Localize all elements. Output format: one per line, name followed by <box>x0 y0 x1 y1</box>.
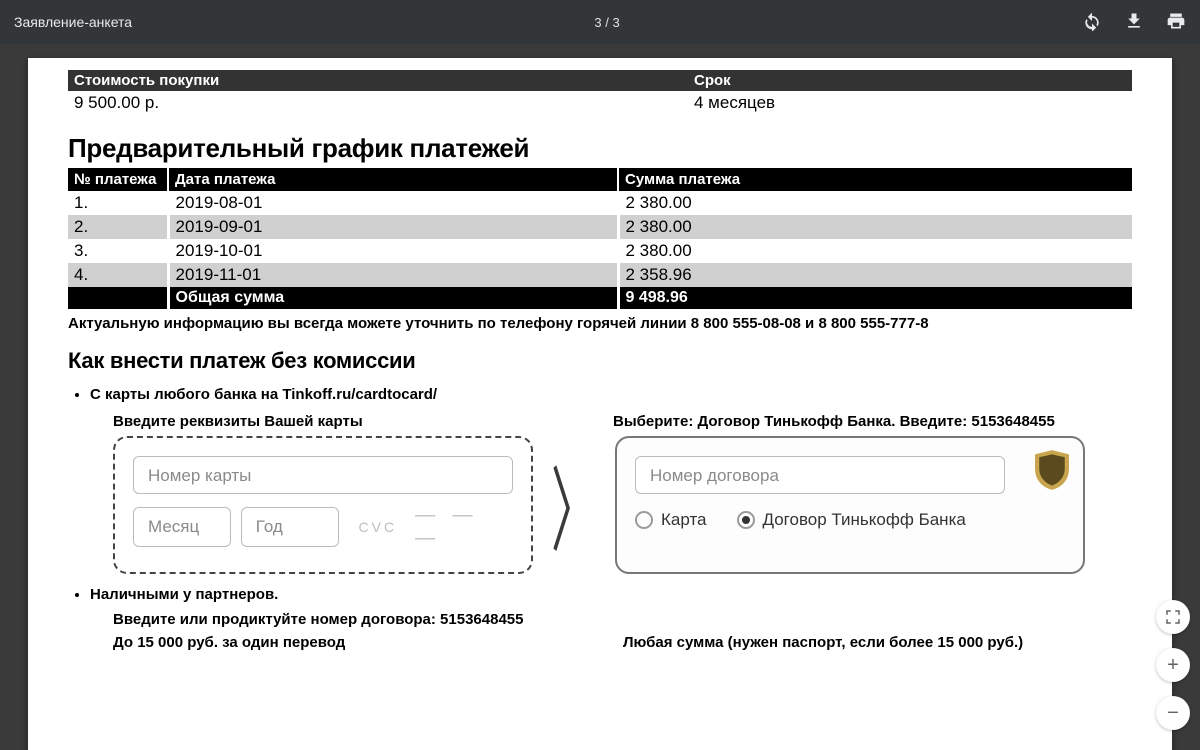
bullet-cardtocard: С карты любого банка на Tinkoff.ru/cardt… <box>90 386 1132 403</box>
radio-card[interactable]: Карта <box>635 510 707 530</box>
limit-left: До 15 000 руб. за один перевод <box>113 634 553 651</box>
pdf-viewer: Заявление-анкета 3 / 3 Стоимость покупки… <box>0 0 1200 750</box>
purchase-values: 9 500.00 р. 4 месяцев <box>68 91 1132 115</box>
col-no: № платежа <box>68 168 168 191</box>
hotline-text: Актуальную информацию вы всегда можете у… <box>68 315 1132 332</box>
right-form-label: Выберите: Договор Тинькофф Банка. Введит… <box>613 413 1055 430</box>
download-icon[interactable] <box>1124 11 1144 34</box>
card-year-input[interactable]: Год <box>241 507 339 547</box>
table-row: 3.2019-10-012 380.00 <box>68 239 1132 263</box>
radio-contract[interactable]: Договор Тинькофф Банка <box>737 510 966 530</box>
contract-number-line: Введите или продиктуйте номер договора: … <box>113 611 1132 628</box>
price-value: 9 500.00 р. <box>74 93 694 113</box>
bullet-partners: Наличными у партнеров. <box>90 586 1132 603</box>
table-row: 4.2019-11-012 358.96 <box>68 263 1132 287</box>
table-row: 2.2019-09-012 380.00 <box>68 215 1132 239</box>
purchase-header: Стоимость покупки Срок <box>68 70 1132 91</box>
source-card-box: Номер карты Месяц Год CVC — — — <box>113 436 533 574</box>
table-row: 1.2019-08-012 380.00 <box>68 191 1132 215</box>
card-month-input[interactable]: Месяц <box>133 507 231 547</box>
document-page: Стоимость покупки Срок 9 500.00 р. 4 мес… <box>28 58 1172 750</box>
print-icon[interactable] <box>1166 11 1186 34</box>
term-value: 4 месяцев <box>694 93 775 113</box>
col-date: Дата платежа <box>168 168 618 191</box>
left-form-label: Введите реквизиты Вашей карты <box>113 413 523 430</box>
contract-number-input[interactable]: Номер договора <box>635 456 1005 494</box>
document-title: Заявление-анкета <box>14 14 132 30</box>
cvc-label: CVC <box>359 519 398 535</box>
price-label: Стоимость покупки <box>74 72 694 89</box>
arrow-right-icon: 〉 <box>551 439 597 571</box>
rotate-icon[interactable] <box>1082 11 1102 34</box>
col-sum: Сумма платежа <box>618 168 1132 191</box>
page-indicator: 3 / 3 <box>132 15 1082 30</box>
destination-contract-box: Номер договора Карта Договор Тинькофф Ба… <box>615 436 1085 574</box>
zoom-controls: + − <box>1156 600 1190 730</box>
toolbar: Заявление-анкета 3 / 3 <box>0 0 1200 44</box>
limits-row: До 15 000 руб. за один перевод Любая сум… <box>113 634 1132 651</box>
zoom-in-button[interactable]: + <box>1156 648 1190 682</box>
term-label: Срок <box>694 72 731 89</box>
schedule-title: Предварительный график платежей <box>68 133 1132 164</box>
schedule-table: № платежа Дата платежа Сумма платежа 1.2… <box>68 168 1132 309</box>
cvc-input[interactable]: — — — <box>415 504 513 550</box>
zoom-out-button[interactable]: − <box>1156 696 1190 730</box>
howto-title: Как внести платеж без комиссии <box>68 348 1132 374</box>
card-number-input[interactable]: Номер карты <box>133 456 513 494</box>
table-total: Общая сумма9 498.96 <box>68 287 1132 309</box>
card-form-block: Введите реквизиты Вашей карты Выберите: … <box>113 413 1132 574</box>
tinkoff-shield-icon <box>1035 450 1069 490</box>
limit-right: Любая сумма (нужен паспорт, если более 1… <box>623 634 1023 651</box>
fit-to-page-button[interactable] <box>1156 600 1190 634</box>
